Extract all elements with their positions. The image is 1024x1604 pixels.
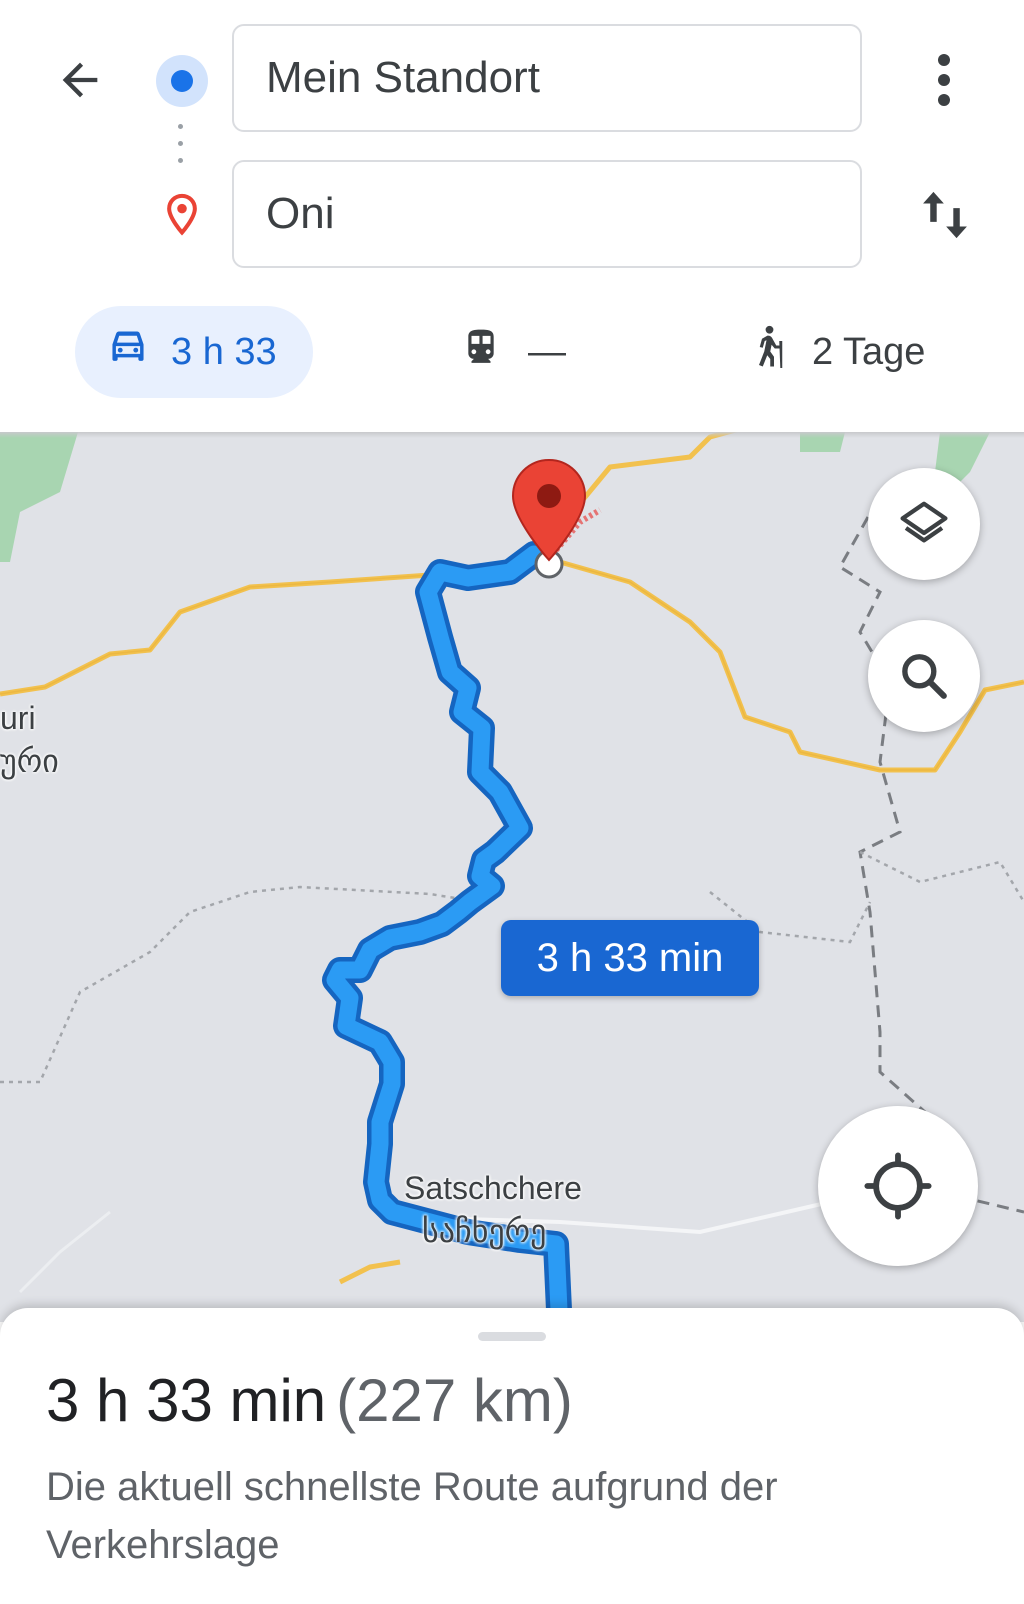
place-pin-icon bbox=[160, 192, 204, 240]
park-area bbox=[0, 432, 78, 562]
layers-icon bbox=[900, 501, 948, 543]
place-label-satschchere: Satschchere bbox=[404, 1170, 582, 1206]
more-options-button[interactable] bbox=[916, 44, 972, 116]
arrow-back-icon bbox=[62, 62, 98, 98]
train-icon bbox=[462, 326, 500, 378]
drag-handle[interactable] bbox=[478, 1332, 546, 1341]
boundary-line bbox=[837, 516, 926, 1114]
swap-vert-icon bbox=[923, 191, 967, 239]
place-label-satschchere-georgian: საჩხერე bbox=[422, 1212, 547, 1250]
tab-driving[interactable]: 3 h 33 bbox=[75, 306, 313, 398]
swap-route-button[interactable] bbox=[910, 180, 980, 250]
destination-marker-icon bbox=[511, 458, 587, 562]
route-connector-dots bbox=[178, 124, 184, 170]
search-icon bbox=[902, 654, 947, 699]
route-duration: 3 h 33 min bbox=[46, 1367, 327, 1434]
place-label-west-georgian: ური bbox=[0, 742, 59, 780]
my-location-button[interactable] bbox=[818, 1106, 978, 1266]
transit-duration: — bbox=[528, 330, 566, 373]
destination-input[interactable]: Oni bbox=[232, 160, 862, 268]
tab-walking[interactable]: 2 Tage bbox=[750, 306, 925, 398]
hiking-icon bbox=[750, 322, 786, 382]
car-icon bbox=[107, 328, 149, 376]
district-line bbox=[859, 850, 1024, 903]
map-search-button[interactable] bbox=[868, 620, 980, 732]
route-distance: (227 km) bbox=[336, 1367, 573, 1434]
place-label-west: uri bbox=[0, 700, 36, 736]
route-description: Die aktuell schnellste Route aufgrund de… bbox=[46, 1465, 778, 1567]
route-summary-sheet[interactable]: 3 h 33 min (227 km) Die aktuell schnellst… bbox=[0, 1308, 1024, 1604]
driving-duration: 3 h 33 bbox=[171, 330, 277, 373]
route-duration-callout[interactable]: 3 h 33 min bbox=[501, 920, 759, 996]
map-top-shadow bbox=[0, 432, 1024, 438]
directions-header: Mein Standort Oni 3 h 33 — 2 Tage bbox=[0, 0, 1024, 432]
route-summary: 3 h 33 min (227 km) bbox=[46, 1366, 573, 1435]
my-location-dot-icon bbox=[156, 55, 208, 107]
layers-button[interactable] bbox=[868, 468, 980, 580]
minor-road bbox=[18, 1210, 111, 1294]
more-vert-icon bbox=[938, 54, 950, 106]
origin-input[interactable]: Mein Standort bbox=[232, 24, 862, 132]
tab-transit[interactable]: — bbox=[462, 306, 566, 398]
highway-road bbox=[338, 1259, 401, 1285]
travel-mode-tabs: 3 h 33 — 2 Tage bbox=[0, 306, 1024, 398]
back-button[interactable] bbox=[44, 44, 116, 116]
my-location-icon bbox=[864, 1152, 932, 1220]
walking-duration: 2 Tage bbox=[812, 330, 926, 373]
district-line bbox=[0, 885, 481, 1084]
